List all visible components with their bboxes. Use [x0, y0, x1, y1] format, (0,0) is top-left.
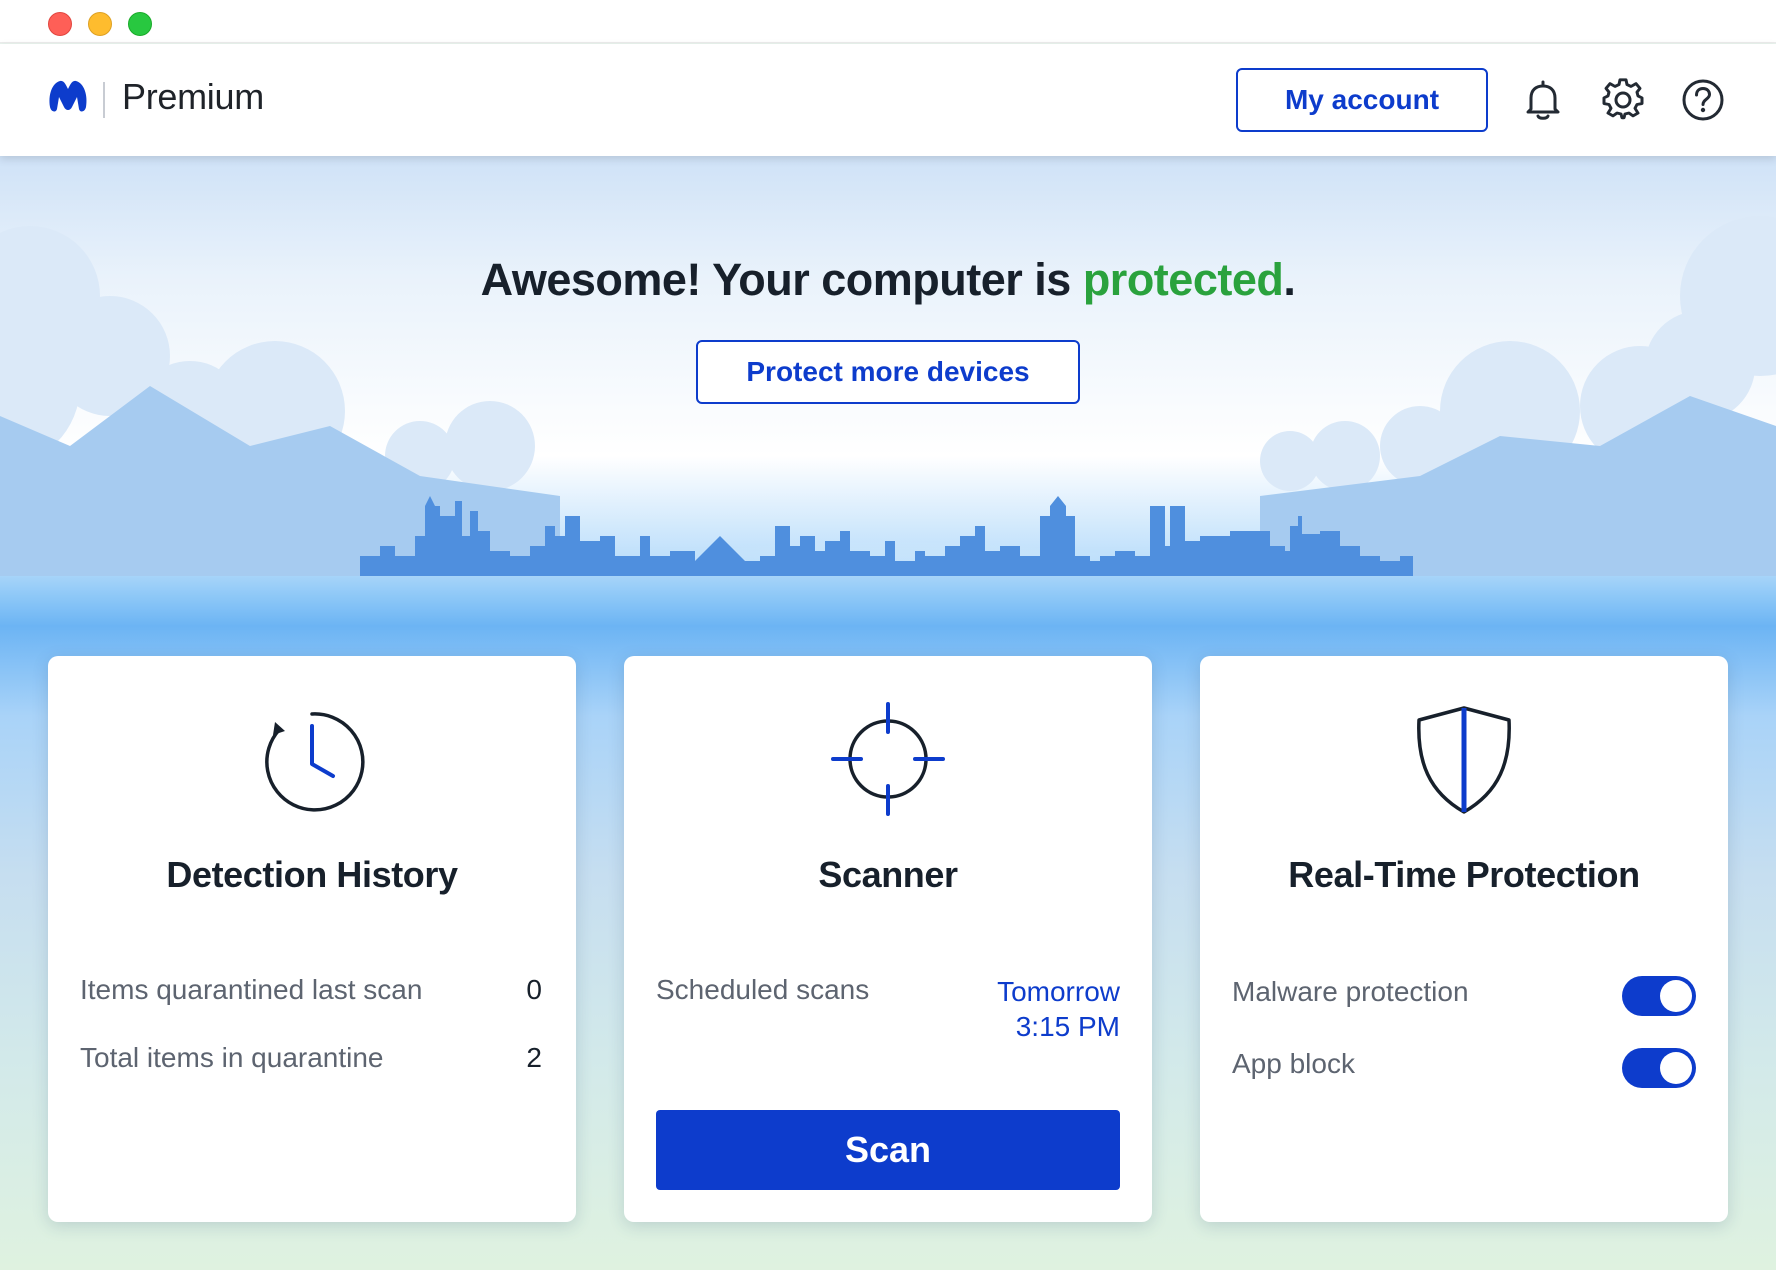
- scanner-title: Scanner: [818, 854, 958, 895]
- app-header: Premium My account: [0, 44, 1776, 156]
- detection-history-card[interactable]: Detection History Items quarantined last…: [48, 656, 576, 1222]
- window-zoom-button[interactable]: [128, 12, 152, 36]
- app-block-label: App block: [1232, 1048, 1355, 1079]
- malwarebytes-logo-icon: [49, 80, 87, 112]
- crosshair-icon: [831, 702, 945, 816]
- app-block-toggle[interactable]: [1622, 1048, 1696, 1088]
- window-close-button[interactable]: [48, 12, 72, 36]
- headline-suffix: .: [1283, 254, 1296, 305]
- toggle-knob: [1660, 1052, 1692, 1084]
- protect-more-devices-button[interactable]: Protect more devices: [696, 340, 1080, 404]
- toggle-knob: [1660, 980, 1692, 1012]
- product-name: Premium: [122, 76, 264, 117]
- scan-button[interactable]: Scan: [656, 1110, 1120, 1190]
- clock-history-icon: [265, 712, 365, 812]
- scheduled-scans-label: Scheduled scans: [656, 974, 870, 1005]
- status-hero: Awesome! Your computer is protected. Pro…: [0, 156, 1776, 1270]
- window-titlebar: [0, 0, 1776, 43]
- headline-prefix: Awesome! Your computer is: [480, 254, 1083, 305]
- scheduled-scan-time[interactable]: Tomorrow 3:15 PM: [997, 974, 1120, 1044]
- malware-protection-toggle[interactable]: [1622, 976, 1696, 1016]
- protection-status-headline: Awesome! Your computer is protected.: [0, 254, 1776, 306]
- real-time-protection-card[interactable]: Real-Time Protection Malware protection …: [1200, 656, 1728, 1222]
- shield-icon: [1417, 706, 1511, 814]
- total-quarantine-label: Total items in quarantine: [80, 1042, 384, 1073]
- quarantined-last-scan-label: Items quarantined last scan: [80, 974, 423, 1005]
- scheduled-scan-clock: 3:15 PM: [1015, 1011, 1120, 1042]
- scanner-card[interactable]: Scanner Scheduled scans Tomorrow 3:15 PM…: [624, 656, 1152, 1222]
- my-account-button[interactable]: My account: [1236, 68, 1488, 132]
- help-icon[interactable]: [1681, 78, 1725, 122]
- real-time-protection-title: Real-Time Protection: [1288, 854, 1640, 895]
- window-minimize-button[interactable]: [88, 12, 112, 36]
- malware-protection-label: Malware protection: [1232, 976, 1469, 1007]
- gear-icon[interactable]: [1601, 78, 1645, 122]
- detection-history-title: Detection History: [166, 854, 458, 895]
- logo-divider: [103, 82, 105, 118]
- total-quarantine-value: 2: [526, 1042, 542, 1073]
- status-protected-text: protected: [1082, 254, 1284, 305]
- quarantined-last-scan-value: 0: [526, 974, 542, 1005]
- bell-icon[interactable]: [1521, 78, 1565, 122]
- scheduled-scan-day: Tomorrow: [997, 976, 1120, 1007]
